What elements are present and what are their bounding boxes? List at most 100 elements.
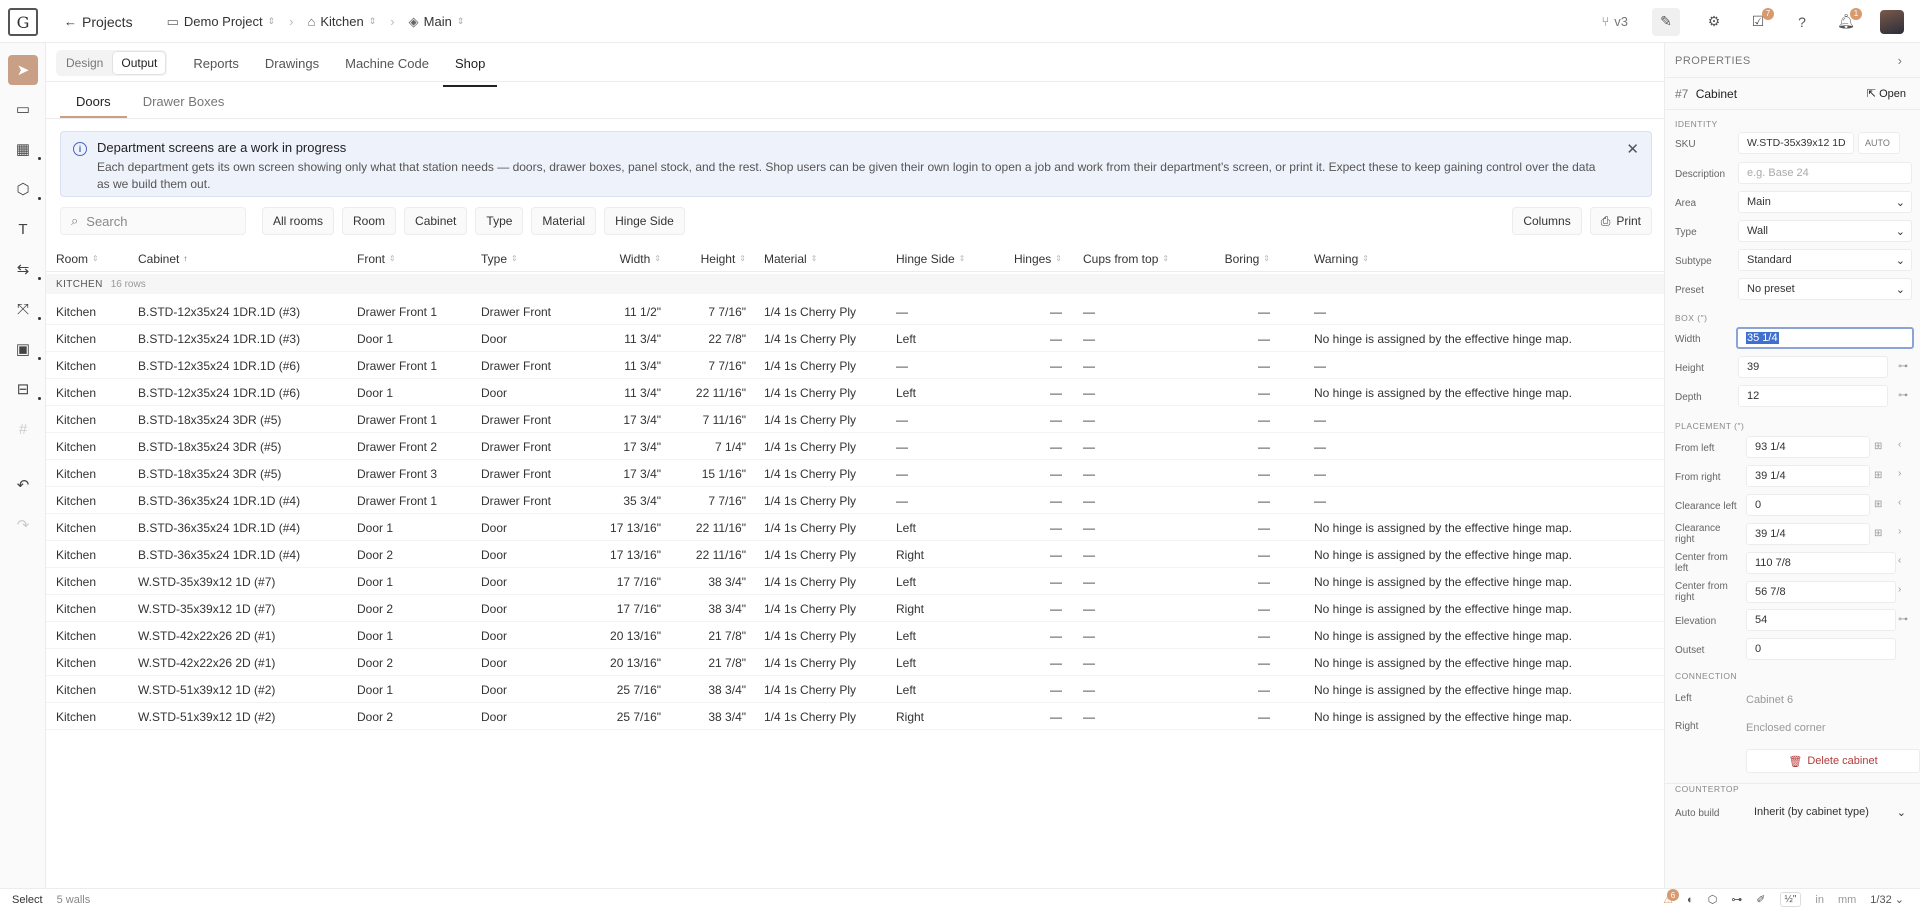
columns-button[interactable]: Columns: [1512, 207, 1582, 235]
brush-icon[interactable]: ✐: [1756, 893, 1765, 906]
delete-cabinet-button[interactable]: 🗑︎ Delete cabinet: [1746, 749, 1920, 773]
elevation-field[interactable]: 54: [1746, 609, 1896, 631]
dimension-tool-icon[interactable]: ⤧: [8, 294, 41, 324]
column-header-hinges[interactable]: Hinges ⇕: [996, 252, 1062, 266]
table-row[interactable]: Kitchen W.STD-42x22x26 2D (#1) Door 2 Door 2…: [46, 649, 1664, 676]
split-icon[interactable]: ⊞: [1874, 470, 1882, 481]
column-header-cabinet[interactable]: Cabinet ↑: [138, 252, 187, 266]
sku-field[interactable]: W.STD-35x39x12 1D: [1738, 132, 1854, 154]
table-row[interactable]: Kitchen B.STD-18x35x24 3DR (#5) Drawer Fro…: [46, 460, 1664, 487]
column-header-front[interactable]: Front ⇕: [357, 252, 396, 266]
checklist-icon[interactable]: ☑ 7: [1748, 7, 1774, 32]
open-button[interactable]: ⇱ Open: [1867, 87, 1906, 100]
table-row[interactable]: Kitchen B.STD-12x35x24 1DR.1D (#3) Drawer …: [46, 298, 1664, 325]
help-icon[interactable]: ?: [1792, 12, 1812, 32]
column-header-hinge-side[interactable]: Hinge Side ⇕: [896, 252, 965, 266]
version-selector[interactable]: ⑂ v3: [1601, 14, 1628, 29]
group-header[interactable]: KITCHEN 16 rows: [46, 274, 1664, 294]
cube-tool-icon[interactable]: ⬡: [8, 174, 41, 204]
outset-field[interactable]: 0: [1746, 638, 1896, 660]
link-view-icon[interactable]: ⊶: [1731, 893, 1742, 906]
column-header-cups-from-top[interactable]: Cups from top ⇕: [1083, 252, 1169, 266]
clearance-left-field[interactable]: 0: [1746, 494, 1870, 516]
table-row[interactable]: Kitchen B.STD-12x35x24 1DR.1D (#6) Drawer …: [46, 352, 1664, 379]
table-row[interactable]: Kitchen W.STD-51x39x12 1D (#2) Door 1 Door 2…: [46, 676, 1664, 703]
column-header-material[interactable]: Material ⇕: [764, 252, 817, 266]
design-toggle[interactable]: Design: [58, 52, 111, 74]
center-left-field[interactable]: 110 7/8: [1746, 552, 1896, 574]
preset-select[interactable]: No preset ⌄: [1738, 278, 1912, 300]
from-left-field[interactable]: 93 1/4: [1746, 436, 1870, 458]
area-select[interactable]: Main ⌄: [1738, 191, 1912, 213]
filter-all-rooms[interactable]: All rooms: [262, 207, 335, 235]
connection-right-value[interactable]: Enclosed corner: [1746, 722, 1826, 734]
column-header-room[interactable]: Room ⇕: [56, 252, 99, 266]
from-right-field[interactable]: 39 1/4: [1746, 465, 1870, 487]
width-field[interactable]: 35 1/4: [1736, 327, 1914, 349]
chevron-right-icon[interactable]: ›: [1898, 584, 1901, 595]
tab-doors[interactable]: Doors: [60, 86, 127, 118]
table-row[interactable]: Kitchen B.STD-18x35x24 3DR (#5) Drawer Fro…: [46, 406, 1664, 433]
swap-tool-icon[interactable]: ⇆: [8, 254, 41, 284]
crumb-layer[interactable]: ◈ Main ⇕: [409, 14, 465, 30]
table-row[interactable]: Kitchen W.STD-51x39x12 1D (#2) Door 2 Door 2…: [46, 703, 1664, 730]
close-icon[interactable]: ✕: [1626, 140, 1639, 158]
print-button[interactable]: ⎙ Print: [1589, 207, 1652, 235]
table-row[interactable]: Kitchen B.STD-36x35x24 1DR.1D (#4) Door 1 D…: [46, 514, 1664, 541]
palette-icon[interactable]: ◐: [1687, 894, 1694, 906]
split-icon[interactable]: ⊞: [1874, 499, 1882, 510]
chevron-right-icon[interactable]: ›: [1898, 53, 1902, 68]
link-icon[interactable]: ⊶: [1898, 614, 1908, 625]
text-tool-icon[interactable]: T: [8, 214, 38, 244]
filter-type[interactable]: Type: [475, 207, 524, 235]
fraction-toggle[interactable]: ½": [1779, 892, 1802, 907]
appliance-tool-icon[interactable]: ⊟: [8, 374, 41, 404]
unit-in[interactable]: in: [1815, 894, 1824, 906]
link-icon[interactable]: ⊶: [1898, 390, 1908, 401]
precision-select[interactable]: 1/32 ⌄: [1870, 893, 1904, 906]
table-row[interactable]: Kitchen B.STD-36x35x24 1DR.1D (#4) Drawer …: [46, 487, 1664, 514]
undo-icon[interactable]: ↶: [8, 470, 38, 500]
gear-icon[interactable]: ⚙: [1704, 12, 1724, 32]
bell-icon[interactable]: 🔔︎ 1: [1836, 7, 1862, 32]
alert-icon[interactable]: ⚠ 6: [1663, 889, 1680, 906]
table-row[interactable]: Kitchen B.STD-12x35x24 1DR.1D (#6) Door 1 D…: [46, 379, 1664, 406]
unit-mm[interactable]: mm: [1838, 894, 1856, 906]
app-logo[interactable]: G: [8, 8, 38, 36]
height-field[interactable]: 39: [1738, 356, 1888, 378]
table-row[interactable]: Kitchen B.STD-12x35x24 1DR.1D (#3) Door 1 D…: [46, 325, 1664, 352]
hash-tool-icon[interactable]: #: [8, 414, 38, 444]
filter-material[interactable]: Material: [531, 207, 597, 235]
clearance-right-field[interactable]: 39 1/4: [1746, 523, 1870, 545]
column-header-warning[interactable]: Warning ⇕: [1314, 252, 1369, 266]
crumb-project[interactable]: ▭ Demo Project ⇕: [167, 14, 276, 30]
split-icon[interactable]: ⊞: [1874, 528, 1882, 539]
link-icon[interactable]: ⊶: [1898, 361, 1908, 372]
cube-view-icon[interactable]: ⬡: [1708, 893, 1718, 906]
back-to-projects[interactable]: ← Projects: [64, 14, 133, 30]
table-row[interactable]: Kitchen W.STD-35x39x12 1D (#7) Door 1 Door 1…: [46, 568, 1664, 595]
tab-drawings[interactable]: Drawings: [265, 49, 319, 78]
column-header-boring[interactable]: Boring ⇕: [1206, 252, 1270, 266]
table-row[interactable]: Kitchen B.STD-36x35x24 1DR.1D (#4) Door 2 D…: [46, 541, 1664, 568]
tab-machine-code[interactable]: Machine Code: [345, 49, 429, 78]
search-input[interactable]: ⌕ Search: [60, 207, 246, 235]
chevron-left-icon[interactable]: ‹: [1898, 555, 1901, 566]
filter-cabinet[interactable]: Cabinet: [404, 207, 468, 235]
sku-auto-button[interactable]: AUTO: [1858, 132, 1900, 154]
connection-left-value[interactable]: Cabinet 6: [1746, 694, 1793, 706]
chevron-left-icon[interactable]: ‹: [1898, 497, 1901, 508]
avatar[interactable]: [1880, 9, 1904, 34]
chevron-left-icon[interactable]: ‹: [1898, 439, 1901, 450]
redo-icon[interactable]: ↷: [8, 510, 38, 540]
column-header-height[interactable]: Height ⇕: [666, 252, 746, 266]
table-row[interactable]: Kitchen B.STD-18x35x24 3DR (#5) Drawer Fro…: [46, 433, 1664, 460]
chevron-right-icon[interactable]: ›: [1898, 468, 1901, 479]
column-header-width[interactable]: Width ⇕: [581, 252, 661, 266]
type-select[interactable]: Wall ⌄: [1738, 220, 1912, 242]
select-tool-icon[interactable]: ➤: [8, 55, 38, 85]
wall-tool-icon[interactable]: ▭: [8, 94, 38, 124]
tab-shop[interactable]: Shop: [442, 49, 498, 87]
description-field[interactable]: e.g. Base 24: [1738, 162, 1912, 184]
filter-hinge-side[interactable]: Hinge Side: [604, 207, 685, 235]
